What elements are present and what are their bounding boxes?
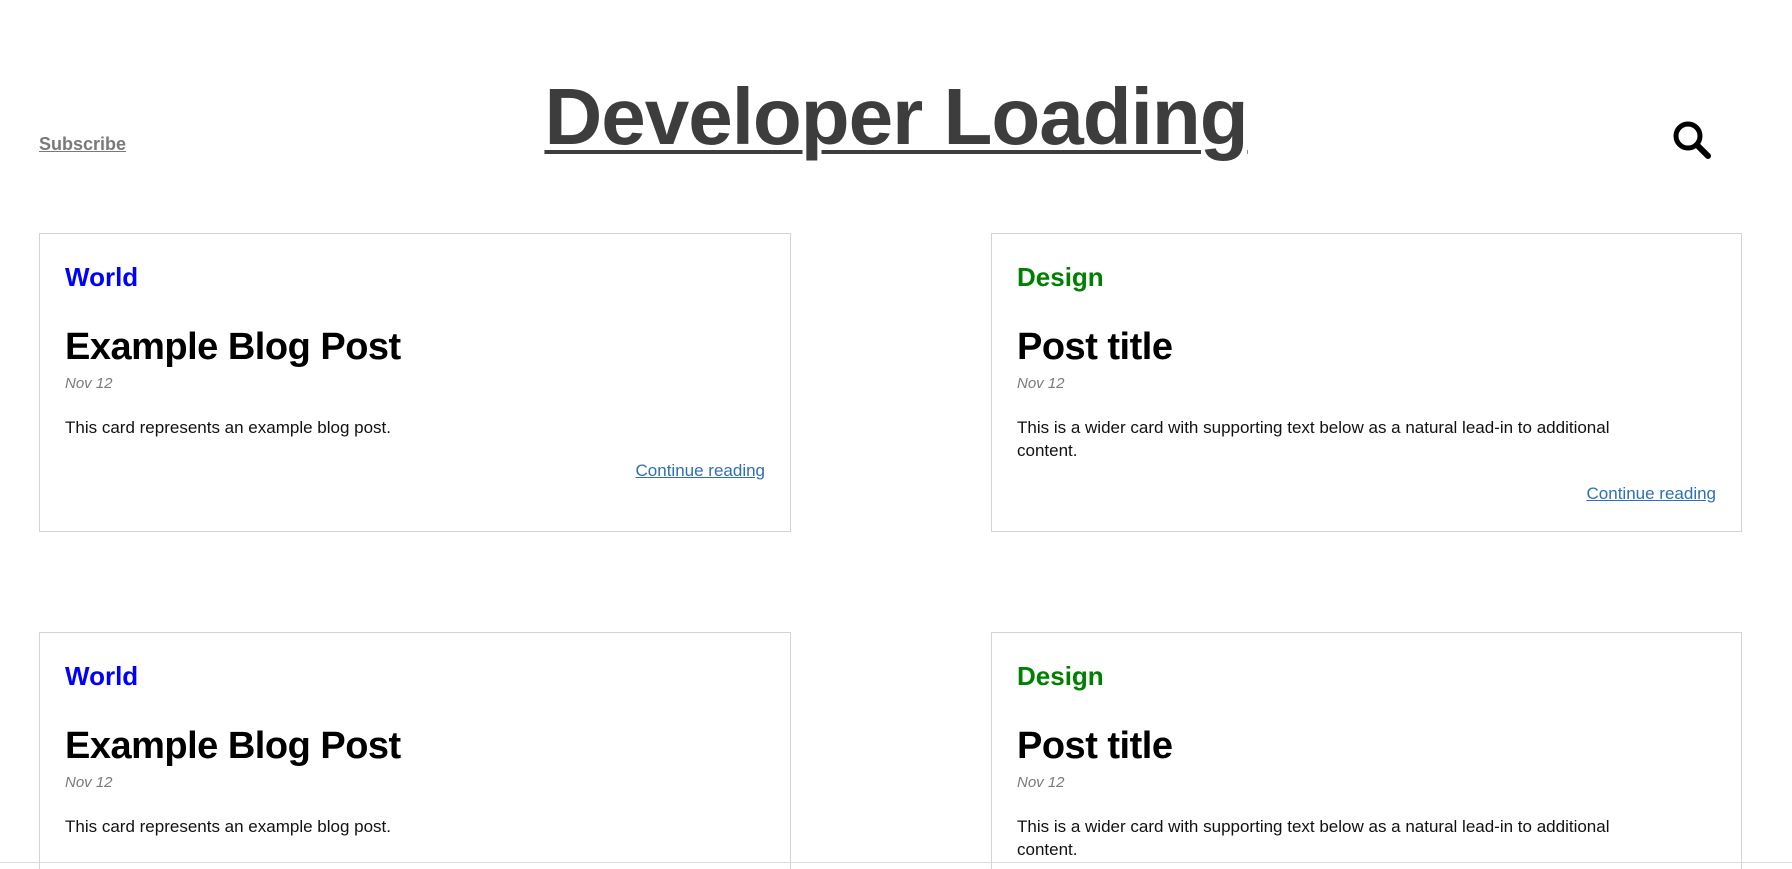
blog-card: World Example Blog Post Nov 12 This card… [39, 632, 791, 869]
card-date: Nov 12 [65, 774, 113, 791]
card-title: Example Blog Post [65, 725, 401, 767]
card-category[interactable]: World [65, 661, 138, 692]
search-icon[interactable] [1670, 118, 1716, 164]
card-title: Example Blog Post [65, 326, 401, 368]
card-excerpt: This card represents an example blog pos… [65, 817, 392, 836]
continue-reading-link[interactable]: Continue reading [636, 461, 765, 481]
card-category[interactable]: World [65, 262, 138, 293]
page: Subscribe Developer Loading World Exampl… [0, 0, 1792, 869]
card-title: Post title [1017, 326, 1173, 368]
divider [0, 862, 1792, 863]
blog-card: World Example Blog Post Nov 12 This card… [39, 233, 791, 532]
card-excerpt: This is a wider card with supporting tex… [1017, 817, 1610, 859]
site-title[interactable]: Developer Loading [0, 77, 1792, 157]
card-date: Nov 12 [1017, 774, 1065, 791]
blog-card: Design Post title Nov 12 This is a wider… [991, 233, 1742, 532]
card-excerpt: This is a wider card with supporting tex… [1017, 418, 1610, 460]
card-title: Post title [1017, 725, 1173, 767]
card-excerpt: This card represents an example blog pos… [65, 418, 392, 437]
card-category[interactable]: Design [1017, 262, 1104, 293]
site-header: Subscribe Developer Loading [0, 0, 1792, 200]
continue-reading-link[interactable]: Continue reading [1587, 484, 1716, 504]
card-category[interactable]: Design [1017, 661, 1104, 692]
blog-card: Design Post title Nov 12 This is a wider… [991, 632, 1742, 869]
card-date: Nov 12 [65, 375, 113, 392]
card-date: Nov 12 [1017, 375, 1065, 392]
